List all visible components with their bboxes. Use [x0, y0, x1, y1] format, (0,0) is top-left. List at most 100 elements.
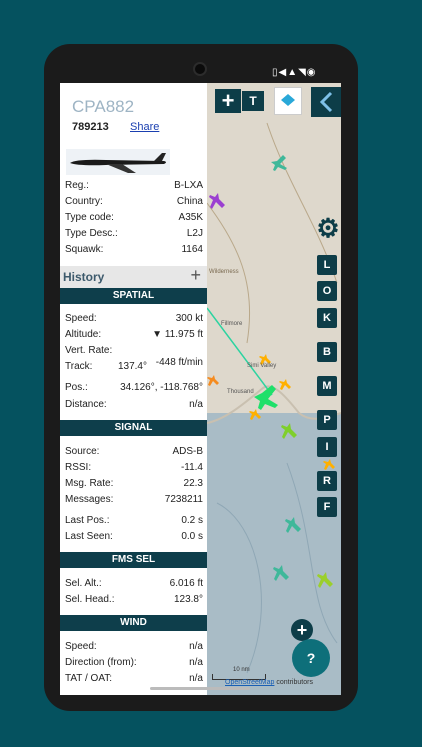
- msg-rate-key: Msg. Rate:: [65, 478, 114, 489]
- aircraft-photo[interactable]: [66, 149, 170, 175]
- map-button-o[interactable]: O: [317, 281, 337, 301]
- aircraft-info-panel: CPA882 789213 Share Reg.: B-LXA Country: C…: [60, 83, 207, 695]
- wind-direction-key: Direction (from):: [65, 657, 137, 668]
- wind-speed-key: Speed:: [65, 641, 97, 652]
- sel-alt-row: Sel. Alt.: 6.016 ft: [65, 578, 203, 592]
- sel-head-row: Sel. Head.: 123.8°: [65, 594, 203, 608]
- speed-key: Speed:: [65, 313, 97, 324]
- messages-row: Messages: 7238211: [65, 494, 203, 508]
- collapse-panel-button[interactable]: [311, 87, 341, 117]
- country-row: Country: China: [65, 196, 203, 210]
- country-key: Country:: [65, 196, 103, 207]
- signal-header: SIGNAL: [60, 420, 207, 436]
- distance-key: Distance:: [65, 399, 107, 410]
- track-key: Track:: [65, 361, 93, 372]
- map-button-p[interactable]: P: [317, 410, 337, 430]
- source-value: ADS-B: [172, 446, 203, 457]
- layers-icon: [281, 94, 295, 106]
- map-label-wilderness: Wilderness: [209, 269, 239, 275]
- sel-head-key: Sel. Head.:: [65, 594, 115, 605]
- speed-value: 300 kt: [175, 313, 203, 324]
- rssi-value: -11.4: [180, 462, 203, 473]
- status-bar-icons: ▯◀▲◥◉: [272, 67, 317, 78]
- pos-value: 34.126°, -118.768°: [120, 382, 203, 393]
- map-button-f[interactable]: F: [317, 497, 337, 517]
- distance-value: n/a: [189, 399, 203, 410]
- distance-row: Distance: n/a: [65, 399, 203, 413]
- history-bar[interactable]: History +: [60, 265, 207, 288]
- vert-rate-value: -448 ft/min: [155, 357, 203, 368]
- source-row: Source: ADS-B: [65, 446, 203, 460]
- rssi-row: RSSI: -11.4: [65, 462, 203, 476]
- msg-rate-row: Msg. Rate: 22.3: [65, 478, 203, 492]
- screen: Wilderness Fillmore Simi Valley Thousand…: [60, 83, 341, 695]
- tat-oat-value: n/a: [189, 673, 203, 684]
- altitude-key: Altitude:: [65, 329, 102, 340]
- sel-head-value: 123.8°: [173, 594, 203, 605]
- last-seen-key: Last Seen:: [65, 531, 113, 542]
- map-label-fillmore: Fillmore: [221, 321, 243, 327]
- source-key: Source:: [65, 446, 100, 457]
- wind-header: WIND: [60, 615, 207, 631]
- map-button-r[interactable]: R: [317, 471, 337, 491]
- map-button-l[interactable]: L: [317, 255, 337, 275]
- map-button-i[interactable]: I: [317, 437, 337, 457]
- history-add-icon[interactable]: +: [190, 265, 201, 286]
- squawk-value: 1164: [181, 244, 203, 255]
- scale-label: 10 nm: [233, 667, 250, 673]
- osm-link[interactable]: OpenStreetMap: [225, 679, 274, 686]
- reg-value: B-LXA: [174, 180, 203, 191]
- last-pos-key: Last Pos.:: [65, 515, 110, 526]
- track-value: 137.4°: [117, 361, 147, 372]
- sel-alt-key: Sel. Alt.:: [65, 578, 102, 589]
- type-code-row: Type code: A35K: [65, 212, 203, 226]
- last-pos-value: 0.2 s: [181, 515, 203, 526]
- type-desc-row: Type Desc.: L2J: [65, 228, 203, 242]
- map-label-thousand: Thousand: [227, 389, 254, 395]
- help-button[interactable]: ?: [292, 639, 330, 677]
- squawk-row: Squawk: 1164: [65, 244, 203, 258]
- attribution-text: contributors: [274, 679, 313, 686]
- spatial-header: SPATIAL: [60, 288, 207, 304]
- tat-oat-row: TAT / OAT: n/a: [65, 673, 203, 687]
- layers-icon-button[interactable]: [274, 87, 302, 115]
- msg-rate-value: 22.3: [183, 478, 203, 489]
- gesture-navigation-bar[interactable]: [150, 687, 250, 690]
- pos-key: Pos.:: [65, 382, 88, 393]
- map-zoom-plus-icon-button[interactable]: +: [291, 619, 313, 641]
- map-label-simi-valley: Simi Valley: [247, 363, 277, 369]
- track-row: Track: 137.4° -448 ft/min: [65, 357, 203, 375]
- pos-row: Pos.: 34.126°, -118.768°: [65, 382, 203, 396]
- vert-rate-key: Vert. Rate:: [65, 345, 113, 356]
- sel-alt-value: 6.016 ft: [169, 578, 203, 589]
- history-label: History: [63, 270, 105, 284]
- wind-direction-value: n/a: [189, 657, 203, 668]
- type-desc-key: Type Desc.:: [65, 228, 118, 239]
- last-seen-row: Last Seen: 0.0 s: [65, 531, 203, 545]
- country-value: China: [176, 196, 203, 207]
- fms-sel-header: FMS SEL: [60, 552, 207, 568]
- reg-row: Reg.: B-LXA: [65, 180, 203, 194]
- zoom-in-icon-button[interactable]: +: [215, 88, 241, 113]
- tat-oat-key: TAT / OAT:: [65, 673, 113, 684]
- speed-row: Speed: 300 kt: [65, 313, 203, 327]
- callsign: CPA882: [72, 97, 135, 116]
- camera: [193, 62, 207, 76]
- messages-value: 7238211: [164, 494, 203, 505]
- map-button-b[interactable]: B: [317, 342, 337, 362]
- hex-code: 789213: [72, 121, 109, 133]
- map-button-k[interactable]: K: [317, 308, 337, 328]
- settings-gear-icon-button[interactable]: ⚙: [315, 213, 341, 243]
- share-link[interactable]: Share: [130, 121, 159, 133]
- altitude-value: ▼ 11.975 ft: [152, 329, 203, 340]
- type-code-value: A35K: [178, 212, 203, 223]
- type-desc-value: L2J: [186, 228, 203, 239]
- type-code-key: Type code:: [65, 212, 114, 223]
- wind-direction-row: Direction (from): n/a: [65, 657, 203, 671]
- last-pos-row: Last Pos.: 0.2 s: [65, 515, 203, 529]
- reg-key: Reg.:: [65, 180, 89, 191]
- map-button-m[interactable]: M: [317, 376, 337, 396]
- map-t-button[interactable]: T: [242, 91, 264, 111]
- map-attribution: OpenStreetMap contributors: [225, 679, 313, 686]
- rssi-key: RSSI:: [65, 462, 92, 473]
